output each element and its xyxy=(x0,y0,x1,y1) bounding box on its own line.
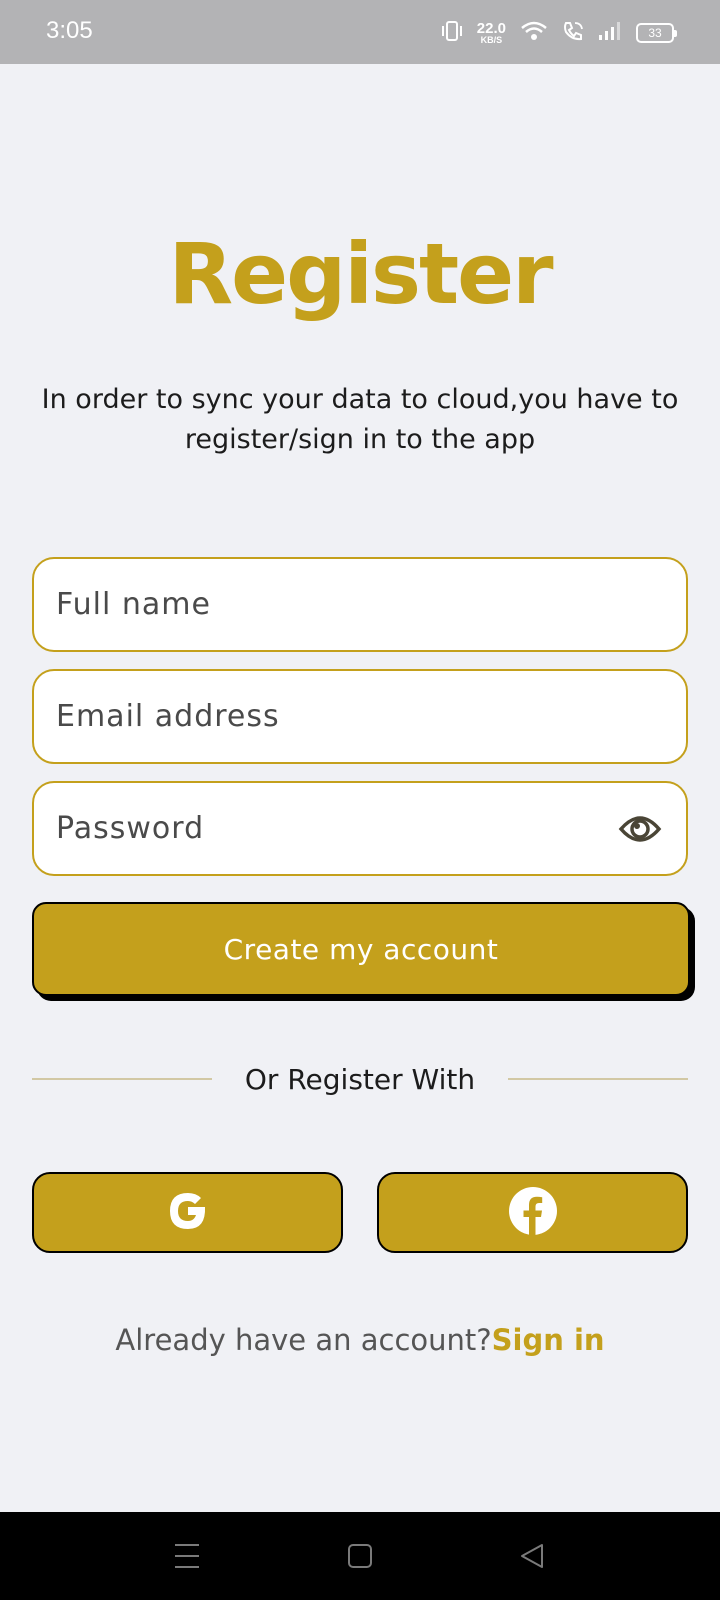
full-name-input[interactable] xyxy=(56,559,616,650)
battery-icon: 33 xyxy=(636,23,677,43)
wifi-icon xyxy=(520,20,548,46)
divider-line-left xyxy=(32,1078,212,1080)
signin-prompt: Already have an account? xyxy=(115,1323,492,1357)
facebook-icon xyxy=(508,1186,558,1240)
home-icon[interactable] xyxy=(347,1542,373,1574)
network-speed: 22.0 KB/S xyxy=(477,21,506,45)
full-name-field[interactable] xyxy=(32,557,688,652)
back-icon[interactable] xyxy=(519,1542,545,1574)
create-account-button[interactable]: Create my account xyxy=(32,902,690,996)
signin-link[interactable]: Sign in xyxy=(492,1323,605,1357)
navigation-bar xyxy=(0,1512,720,1600)
network-speed-unit: KB/S xyxy=(480,35,503,45)
email-field[interactable] xyxy=(32,669,688,764)
status-icons: 22.0 KB/S 33 xyxy=(441,18,677,48)
status-time: 3:05 xyxy=(46,17,93,44)
password-field[interactable] xyxy=(32,781,688,876)
facebook-register-button[interactable] xyxy=(377,1172,688,1253)
signin-row: Already have an account?Sign in xyxy=(0,1323,720,1357)
email-input[interactable] xyxy=(56,671,616,762)
menu-icon[interactable] xyxy=(174,1542,200,1574)
password-input[interactable] xyxy=(56,783,616,874)
status-bar: 3:05 22.0 KB/S 33 xyxy=(0,0,720,64)
signal-icon xyxy=(598,21,622,45)
show-password-icon[interactable] xyxy=(618,811,662,847)
divider-label: Or Register With xyxy=(244,1063,476,1096)
wifi-calling-icon xyxy=(562,20,584,46)
vibrate-icon xyxy=(441,20,463,46)
google-register-button[interactable] xyxy=(32,1172,343,1253)
page-subtitle: In order to sync your data to cloud,you … xyxy=(41,384,679,455)
network-speed-value: 22.0 xyxy=(476,20,506,37)
google-icon xyxy=(163,1186,213,1240)
page-title: Register xyxy=(168,225,553,323)
divider-line-right xyxy=(508,1078,688,1080)
